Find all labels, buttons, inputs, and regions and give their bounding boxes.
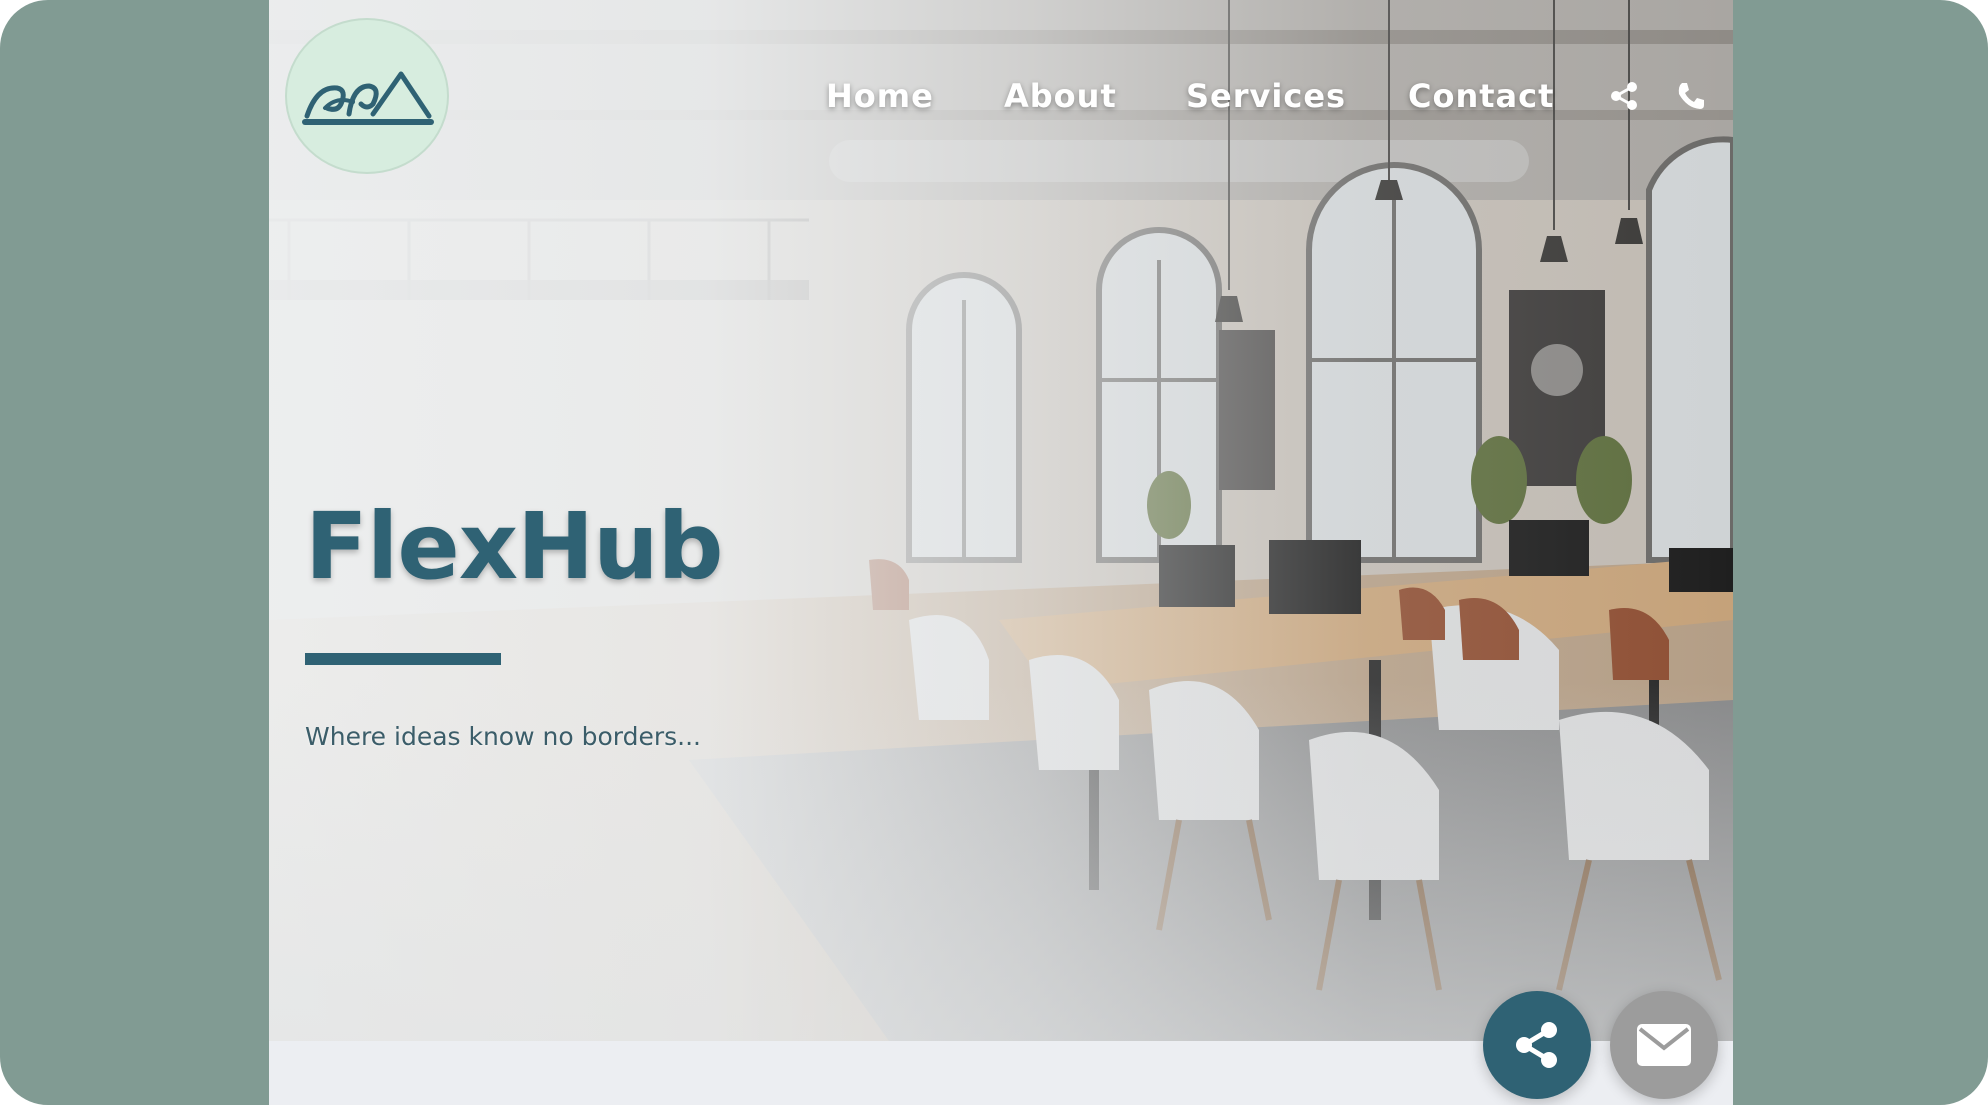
mail-icon: [1637, 1024, 1691, 1066]
browser-frame: Home About Services Contact FlexHub Wher…: [0, 0, 1988, 1105]
floating-mail-button[interactable]: [1610, 991, 1718, 1099]
hero-section: Home About Services Contact FlexHub Wher…: [269, 0, 1733, 1041]
share-icon: [1516, 1022, 1557, 1068]
main-nav: Home About Services Contact: [269, 72, 1733, 120]
nav-services[interactable]: Services: [1186, 72, 1346, 120]
phone-icon[interactable]: [1675, 80, 1707, 112]
share-icon[interactable]: [1608, 80, 1640, 112]
nav-about[interactable]: About: [1004, 72, 1117, 120]
nav-contact[interactable]: Contact: [1408, 72, 1554, 120]
floating-share-button[interactable]: [1483, 991, 1591, 1099]
hero-title: FlexHub: [305, 493, 723, 600]
hero-tagline: Where ideas know no borders...: [305, 722, 701, 751]
hero-divider: [305, 653, 501, 665]
page: Home About Services Contact FlexHub Wher…: [269, 0, 1733, 1105]
nav-home[interactable]: Home: [826, 72, 934, 120]
